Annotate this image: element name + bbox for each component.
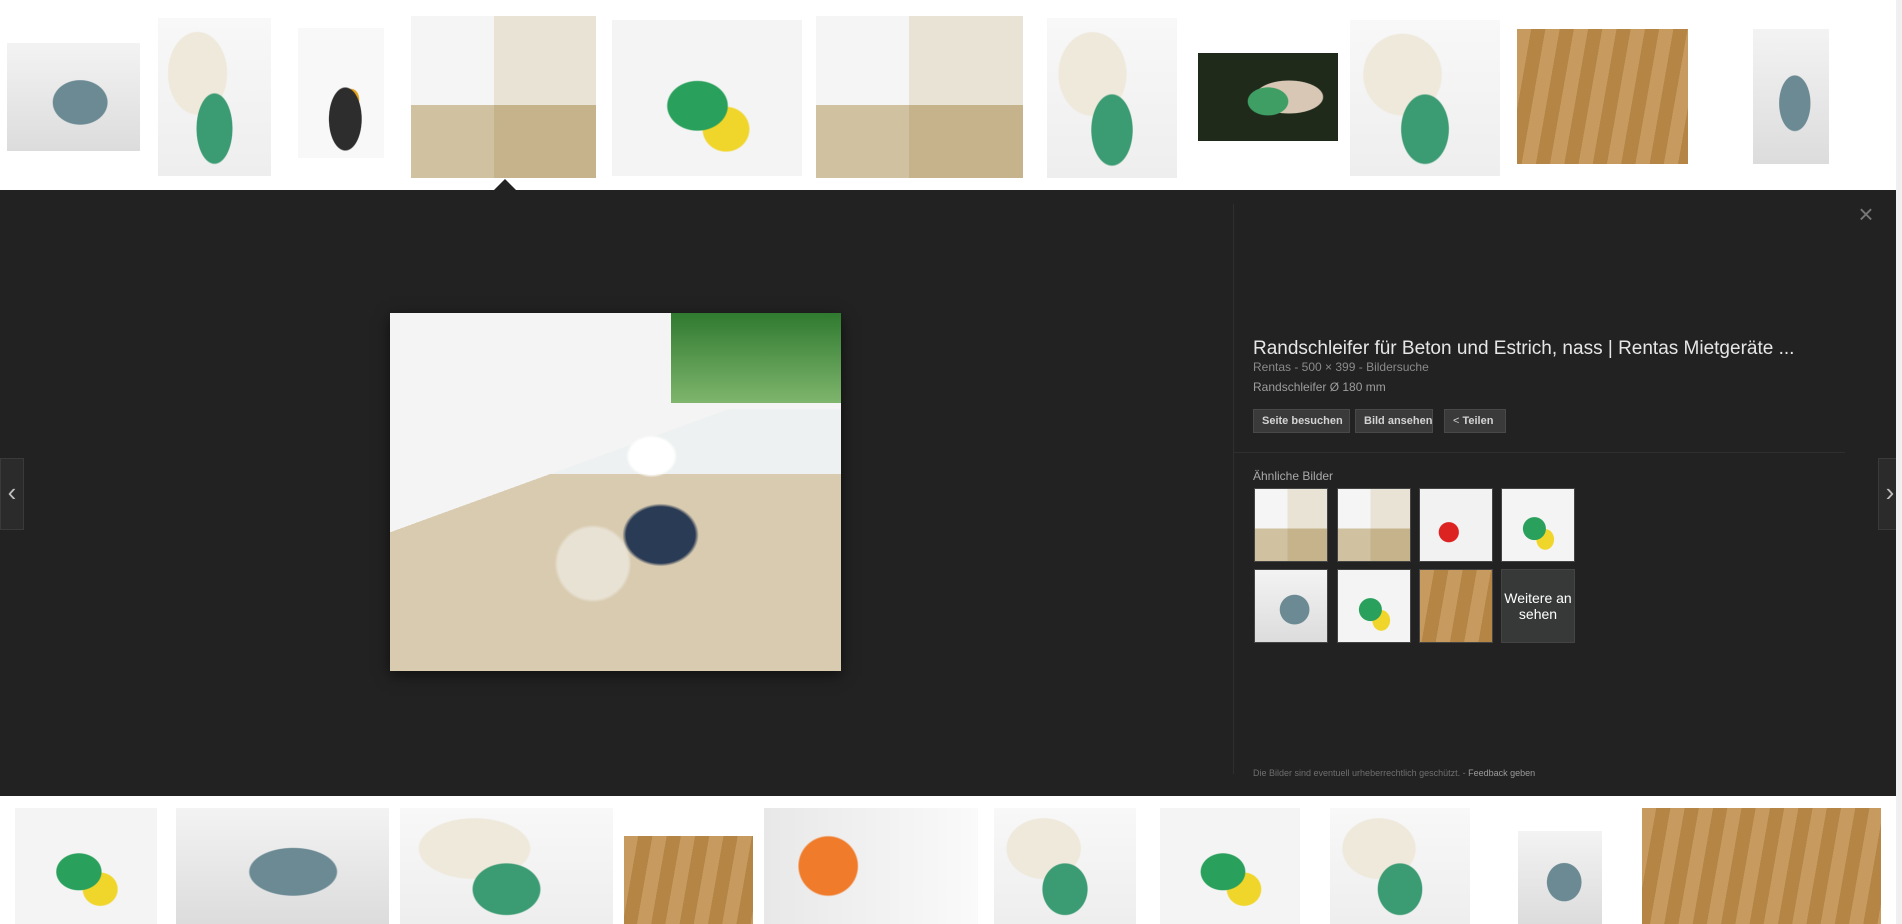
thumbnail[interactable] <box>816 16 1023 178</box>
thumbnail[interactable] <box>1047 18 1177 178</box>
preview-image-window <box>663 313 841 409</box>
thumbnail[interactable] <box>1518 831 1602 924</box>
visit-page-button[interactable]: Seite besuchen <box>1253 409 1350 433</box>
thumbnail[interactable] <box>158 18 271 176</box>
similar-image[interactable] <box>1254 488 1328 562</box>
selected-indicator <box>494 179 516 190</box>
more-similar-label: Weitere ansehen <box>1502 570 1574 642</box>
close-icon[interactable]: × <box>1854 201 1878 227</box>
view-image-label: Bild ansehen <box>1364 415 1433 427</box>
divider <box>1233 452 1845 453</box>
feedback-link[interactable]: Feedback geben <box>1468 768 1535 778</box>
thumbnail[interactable] <box>612 20 802 176</box>
thumbnail[interactable] <box>1198 53 1338 141</box>
thumbnail[interactable] <box>764 808 978 924</box>
similar-images-heading: Ähnliche Bilder <box>1253 469 1334 483</box>
thumbnail[interactable] <box>7 43 140 151</box>
copyright-footer: Die Bilder sind eventuell urheberrechtli… <box>1253 768 1535 778</box>
share-button[interactable]: < Teilen <box>1444 409 1506 433</box>
footer-separator: - <box>1460 768 1469 778</box>
similar-image[interactable] <box>1337 488 1411 562</box>
thumbnail[interactable] <box>994 808 1136 924</box>
similar-image[interactable] <box>1254 569 1328 643</box>
similar-image[interactable] <box>1419 569 1493 643</box>
thumbnail[interactable] <box>1350 20 1500 176</box>
thumbnail[interactable] <box>624 836 753 924</box>
thumbnail[interactable] <box>1642 808 1881 924</box>
visit-page-label: Seite besuchen <box>1262 415 1343 427</box>
share-label: Teilen <box>1462 415 1494 427</box>
thumbnail[interactable] <box>298 28 384 158</box>
copyright-note: Die Bilder sind eventuell urheberrechtli… <box>1253 768 1461 778</box>
thumbnail[interactable] <box>1160 808 1300 924</box>
thumbnail[interactable] <box>400 808 613 924</box>
preview-image[interactable] <box>390 313 841 671</box>
share-icon: < <box>1453 415 1460 427</box>
view-image-button[interactable]: Bild ansehen <box>1355 409 1433 433</box>
preview-description: Randschleifer Ø 180 mm <box>1253 380 1386 394</box>
bottom-thumbnail-strip <box>0 796 1902 924</box>
preview-title[interactable]: Randschleifer für Beton und Estrich, nas… <box>1253 338 1794 360</box>
more-similar-images[interactable]: Weitere ansehen <box>1501 569 1575 643</box>
similar-image[interactable] <box>1501 488 1575 562</box>
similar-image[interactable] <box>1337 569 1411 643</box>
similar-image[interactable] <box>1419 488 1493 562</box>
chevron-left-icon[interactable]: ‹ <box>0 458 24 530</box>
top-thumbnail-strip <box>0 0 1902 190</box>
divider <box>1233 204 1234 774</box>
thumbnail-selected[interactable] <box>411 16 596 178</box>
image-preview-panel: ‹ × Randschleifer für Beton und Estrich,… <box>0 190 1902 796</box>
thumbnail[interactable] <box>1330 808 1470 924</box>
thumbnail[interactable] <box>15 808 157 924</box>
thumbnail[interactable] <box>1517 29 1688 164</box>
thumbnail[interactable] <box>176 808 389 924</box>
page-scrollbar[interactable] <box>1896 0 1902 924</box>
preview-meta: Rentas - 500 × 399 - Bildersuche <box>1253 360 1429 374</box>
thumbnail[interactable] <box>1753 29 1829 164</box>
